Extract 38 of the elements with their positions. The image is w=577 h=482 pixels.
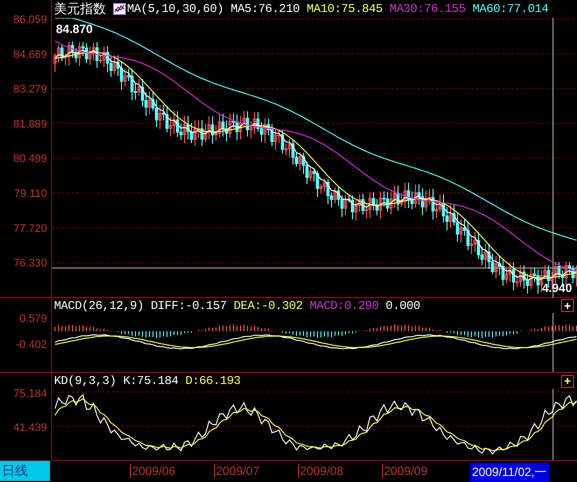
- axis-tick-label: 80.499: [13, 153, 47, 166]
- chart-title: 美元指数: [54, 1, 106, 18]
- axis-tick-label: 79.110: [14, 188, 47, 200]
- indicator-value: MA5:76.210: [230, 2, 300, 16]
- indicator-icon: [113, 3, 126, 15]
- date-axis-label: 2009/09: [382, 464, 428, 478]
- date-axis-label: 2009/08: [298, 464, 344, 478]
- axis-tick-label: 41.439: [13, 422, 47, 434]
- axis-tick-label: 81.889: [13, 118, 47, 130]
- indicator-value: 0.000: [386, 298, 420, 312]
- indicator-value: K:75.184: [123, 374, 178, 388]
- indicator-value: MA10:75.845: [306, 2, 383, 16]
- cursor-line: [552, 389, 554, 460]
- indicator-label: KD(9,3,3): [54, 374, 116, 388]
- expand-button[interactable]: +: [561, 299, 574, 312]
- indicator-value: D:66.193: [185, 374, 241, 388]
- date-axis-label: 2009/06: [130, 464, 176, 478]
- indicator-value: MACD:0.290: [310, 298, 379, 312]
- indicator-label: MA(5,10,30,60): [127, 2, 224, 16]
- axis-tick-label: 0.579: [19, 313, 47, 325]
- period-tab[interactable]: 日线: [0, 461, 50, 481]
- indicator-value: DIFF:-0.157: [150, 298, 227, 312]
- axis-tick-label: 83.279: [13, 84, 47, 96]
- axis-tick-label: 76.330: [13, 258, 47, 270]
- indicator-value: MA60:77.014: [472, 2, 548, 16]
- indicator-value: MA30:76.155: [390, 2, 466, 16]
- axis-tick-label: 75.184: [13, 388, 47, 400]
- indicator-label: MACD(26,12,9): [54, 298, 144, 312]
- indicator-value: DEA:-0.302: [234, 298, 303, 312]
- axis-tick-label: -0.402: [16, 339, 47, 351]
- high-price-label: 84.870: [56, 22, 93, 36]
- axis-tick-label: 86.059: [13, 14, 47, 26]
- date-axis-label: 2009/07: [214, 464, 260, 478]
- axis-tick-label: 77.720: [13, 222, 47, 235]
- cursor-date-label: 2009/11/02,一: [470, 463, 549, 482]
- expand-button[interactable]: +: [561, 374, 574, 388]
- cursor-line: [552, 313, 554, 372]
- axis-tick-label: 84.669: [13, 48, 47, 61]
